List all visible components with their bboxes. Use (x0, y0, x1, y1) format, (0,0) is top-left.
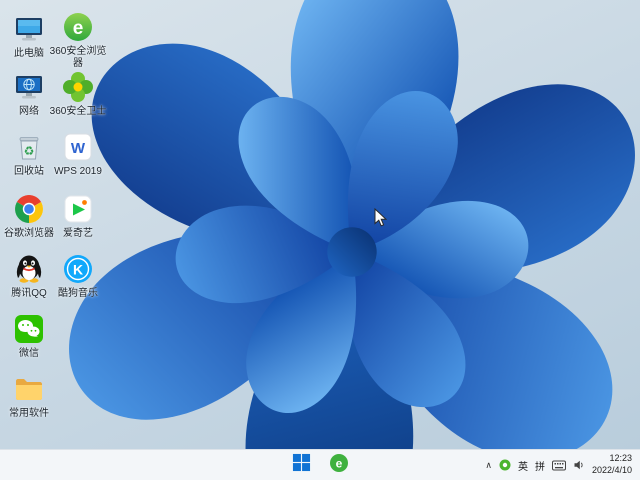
desktop-icon-iqiyi[interactable]: 爱奇艺 (49, 192, 107, 240)
svg-text:e: e (73, 18, 84, 39)
start-button[interactable] (288, 453, 314, 477)
icon-label: 微信 (19, 348, 39, 359)
icon-label: 360安全卫士 (49, 106, 107, 117)
taskbar: e ∧ 英 拼 12:23 2022/4/10 (0, 449, 640, 480)
desktop-icon-kugou[interactable]: K 酷狗音乐 (49, 252, 107, 300)
tray-360-icon[interactable] (499, 454, 511, 476)
taskbar-360-browser-button[interactable]: e (326, 453, 352, 477)
svg-text:K: K (73, 262, 83, 278)
iqiyi-icon (61, 192, 95, 226)
360-browser-icon: e (61, 10, 95, 44)
desktop-icon-wps[interactable]: W WPS 2019 (49, 130, 107, 178)
360-safeguard-icon (61, 70, 95, 104)
tray-date: 2022/4/10 (591, 465, 632, 475)
keyboard-icon[interactable] (551, 454, 566, 476)
icon-label: WPS 2019 (54, 166, 102, 177)
recycle-bin-icon: ♻ (12, 130, 46, 164)
tray-clock[interactable]: 12:23 2022/4/10 (592, 453, 636, 476)
ime-mode-indicator[interactable]: 拼 (535, 454, 545, 476)
icon-label: 谷歌浏览器 (4, 228, 54, 239)
icon-label: 常用软件 (9, 408, 49, 419)
desktop-icon-360-browser[interactable]: e 360安全浏览器 (49, 10, 107, 70)
wps-icon: W (61, 130, 95, 164)
system-tray: ∧ 英 拼 12:23 2022/4/10 (485, 450, 636, 480)
kugou-icon: K (61, 252, 95, 286)
svg-text:e: e (336, 456, 343, 470)
this-pc-icon (12, 12, 46, 46)
icon-label: 网络 (19, 106, 39, 117)
svg-text:♻: ♻ (24, 144, 35, 158)
icon-label: 回收站 (14, 166, 44, 177)
volume-icon[interactable] (573, 454, 585, 476)
folder-icon (12, 372, 46, 406)
icon-label: 腾讯QQ (11, 288, 47, 299)
chrome-icon (12, 192, 46, 226)
wechat-icon (12, 312, 46, 346)
icon-label: 爱奇艺 (63, 228, 93, 239)
icon-label: 此电脑 (14, 48, 44, 59)
icon-label: 酷狗音乐 (58, 288, 98, 299)
tray-hidden-icons-chevron[interactable]: ∧ (485, 454, 492, 476)
tray-time: 12:23 (609, 453, 632, 464)
desktop: 此电脑 网络 ♻ 回收站 谷歌浏览器 腾讯QQ 微信 常用软件 e 360安全浏… (0, 0, 640, 450)
qq-penguin-icon (12, 252, 46, 286)
desktop-icon-wechat[interactable]: 微信 (0, 312, 58, 360)
icon-label: 360安全浏览器 (49, 46, 107, 69)
desktop-icon-software-folder[interactable]: 常用软件 (0, 372, 58, 420)
desktop-icon-360-safeguard[interactable]: 360安全卫士 (49, 70, 107, 118)
svg-text:W: W (71, 140, 86, 157)
360-browser-taskbar-icon: e (329, 453, 349, 478)
ime-language-indicator[interactable]: 英 (518, 454, 528, 476)
windows-logo-icon (292, 453, 311, 477)
network-icon (12, 70, 46, 104)
